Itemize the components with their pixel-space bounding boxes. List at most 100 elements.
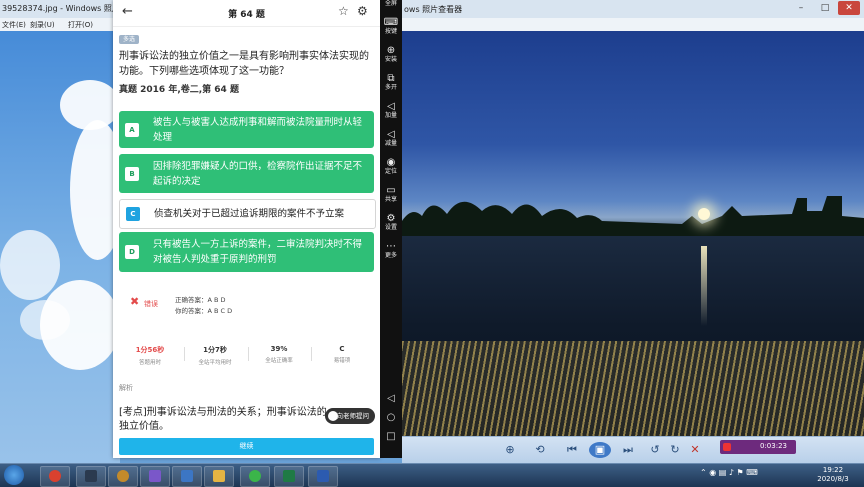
- taskbar-app2[interactable]: [108, 466, 138, 487]
- taskbar-folder[interactable]: [204, 466, 234, 487]
- gear-icon[interactable]: ⚙: [357, 4, 368, 18]
- stat-avg-time: 1分7秒 全站平均用时: [185, 345, 245, 366]
- option-d[interactable]: D 只有被告人一方上诉的案件，二审法院判决时不得对被告人判处重于原判的刑罚: [119, 232, 374, 272]
- next-icon[interactable]: ⏭: [620, 442, 636, 458]
- android-home-icon[interactable]: ○: [380, 412, 402, 423]
- stat-time: 1分56秒 答题用时: [120, 345, 180, 366]
- cloud: [0, 230, 60, 300]
- taskbar-app3[interactable]: [140, 466, 170, 487]
- menu-file[interactable]: 文件(E): [2, 20, 26, 30]
- menu-open[interactable]: 打开(O): [68, 20, 93, 30]
- option-letter: B: [125, 166, 139, 181]
- android-recents-icon[interactable]: □: [380, 431, 402, 442]
- street-light: [698, 208, 710, 220]
- option-a[interactable]: A 被告人与被害人达成刑事和解而被法院量刑时从轻处理: [119, 111, 374, 148]
- wechat-icon: [249, 470, 261, 482]
- keymap-button[interactable]: ⌨ 按键: [380, 18, 402, 36]
- photo-viewer-icon: [181, 470, 193, 482]
- settings-button[interactable]: ⚙ 设置: [380, 214, 402, 232]
- option-letter: D: [125, 245, 139, 259]
- your-answer-value: A B C D: [207, 307, 233, 315]
- desktop-wallpaper: [0, 0, 125, 486]
- taskbar-chrome[interactable]: [40, 466, 70, 487]
- rotate-right-icon[interactable]: ↻: [667, 442, 683, 458]
- gear-icon: ⚙: [386, 213, 396, 224]
- result-label: 错误: [144, 300, 158, 308]
- photo-image: [402, 31, 864, 436]
- option-letter: C: [126, 207, 140, 221]
- zoom-icon[interactable]: ⊕: [502, 442, 518, 458]
- stat-value: 1分56秒: [135, 346, 165, 354]
- option-text: 侦查机关对于已超过追诉期限的案件不予立案: [154, 208, 345, 220]
- slideshow-icon[interactable]: ▣: [589, 442, 611, 458]
- rotate-left-icon[interactable]: ↺: [647, 442, 663, 458]
- emulator-sidebar: 全屏 ⌨ 按键 ⊕ 安装 ⧉ 多开 ◁ 加量 ◁ 减量 ◉ 定位 ▭ 共享 ⚙ 设置 ⋯ 更多 ◁…: [380, 0, 402, 458]
- multi-instance-button[interactable]: ⧉ 多开: [380, 74, 402, 92]
- correct-answer-label: 正确答案：: [175, 296, 208, 304]
- stat-value: 1分7秒: [203, 346, 227, 354]
- volume-down-button[interactable]: ◁ 减量: [380, 130, 402, 148]
- app-icon: [85, 470, 97, 482]
- system-tray[interactable]: ⌃ ◉ ▤ ♪ ⚑ ⌨: [700, 468, 758, 477]
- menu-burn[interactable]: 刻录(U): [30, 20, 55, 30]
- question-text: 刑事诉讼法的独立价值之一是具有影响刑事实体法实现的功能。下列哪些选项体现了这一功…: [119, 51, 369, 77]
- taskbar-wechat[interactable]: [240, 466, 270, 487]
- sidebar-label: 按键: [384, 28, 397, 35]
- teacher-icon: [328, 411, 338, 421]
- maximize-button[interactable]: □: [814, 1, 836, 15]
- start-button[interactable]: [4, 465, 24, 485]
- your-answer-label: 你的答案：: [175, 307, 208, 315]
- your-answer: 你的答案：A B C D: [175, 305, 232, 315]
- previous-icon[interactable]: ⏮: [564, 442, 580, 458]
- minimize-button[interactable]: –: [790, 1, 812, 15]
- windows-taskbar: ⌃ ◉ ▤ ♪ ⚑ ⌨ 19:22 2020/8/3: [0, 463, 864, 487]
- volume-up-icon: ◁: [387, 101, 395, 112]
- analysis-heading: 解析: [119, 384, 133, 392]
- sidebar-label: 加量: [384, 112, 397, 119]
- fit-icon[interactable]: ⟲: [532, 442, 548, 458]
- photo-viewer-menu: 文件(E) 刻录(U) 打开(O): [0, 18, 120, 31]
- option-text: 因排除犯罪嫌疑人的口供，检察院作出证据不足不起诉的决定: [153, 160, 363, 187]
- app-header: ← 第 64 题 ☆ ⚙: [113, 0, 380, 27]
- volume-down-icon: ◁: [387, 129, 395, 140]
- sidebar-label: 全屏: [384, 0, 397, 7]
- delete-icon[interactable]: ✕: [687, 442, 703, 458]
- screen-recorder-bar[interactable]: 0:03:23: [720, 440, 796, 454]
- sidebar-label: 共享: [384, 196, 397, 203]
- wrong-x-icon: ✖: [130, 295, 140, 308]
- folder-icon: ▭: [386, 185, 396, 196]
- continue-button[interactable]: 继续: [119, 438, 374, 455]
- record-icon[interactable]: [723, 443, 731, 451]
- location-pin-icon: ◉: [386, 157, 396, 168]
- option-b[interactable]: B 因排除犯罪嫌疑人的口供，检察院作出证据不足不起诉的决定: [119, 154, 374, 193]
- folder-icon: [213, 470, 225, 482]
- install-button[interactable]: ⊕ 安装: [380, 46, 402, 64]
- stat-value: C: [339, 345, 345, 353]
- sidebar-label: 减量: [384, 140, 397, 147]
- option-c[interactable]: C 侦查机关对于已超过追诉期限的案件不予立案: [119, 199, 376, 229]
- stat-label: 易错项: [333, 358, 351, 364]
- correct-answer-value: A B D: [207, 296, 226, 304]
- stat-label: 全站平均用时: [198, 360, 232, 366]
- taskbar-excel[interactable]: [274, 466, 304, 487]
- ask-teacher-button[interactable]: 向老师提问: [325, 408, 375, 424]
- volume-up-button[interactable]: ◁ 加量: [380, 102, 402, 120]
- stat-label: 全站正确率: [265, 358, 293, 364]
- star-icon[interactable]: ☆: [338, 4, 349, 18]
- stat-error-prone: C 易错项: [312, 345, 372, 364]
- stat-label: 答题用时: [138, 360, 161, 366]
- app-icon: [149, 470, 161, 482]
- taskbar-app[interactable]: [76, 466, 106, 487]
- android-back-icon[interactable]: ◁: [380, 393, 402, 404]
- taskbar-clock[interactable]: 19:22 2020/8/3: [808, 466, 858, 484]
- taskbar-word[interactable]: [308, 466, 338, 487]
- sidebar-label: 更多: [384, 252, 397, 259]
- sidebar-label: 安装: [384, 56, 397, 63]
- share-button[interactable]: ▭ 共享: [380, 186, 402, 204]
- close-button[interactable]: ✕: [838, 1, 860, 15]
- more-button[interactable]: ⋯ 更多: [380, 242, 402, 260]
- question-type-badge: 多选: [119, 35, 140, 44]
- fullscreen-button[interactable]: 全屏: [380, 0, 402, 8]
- location-button[interactable]: ◉ 定位: [380, 158, 402, 176]
- taskbar-photos[interactable]: [172, 466, 202, 487]
